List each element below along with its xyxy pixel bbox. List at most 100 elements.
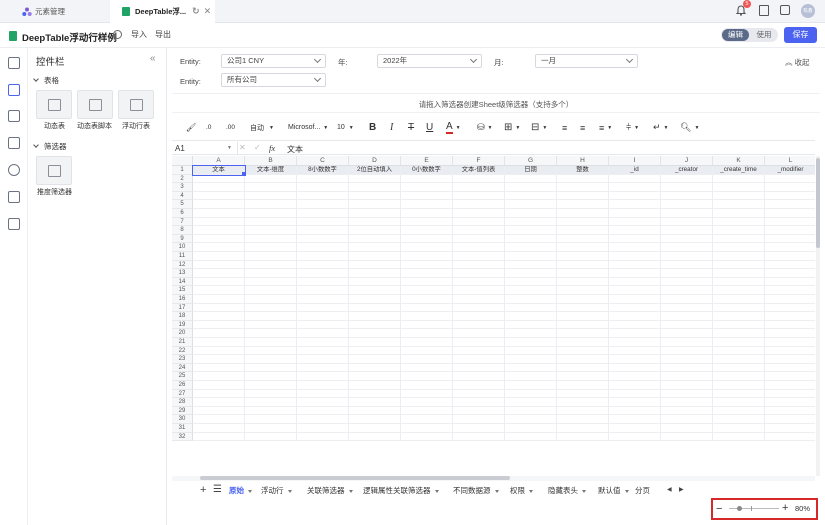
grid-cell[interactable] [609, 191, 661, 201]
grid-cell[interactable] [193, 269, 245, 278]
grid-cell[interactable] [453, 209, 505, 218]
grid-cell[interactable] [505, 415, 557, 424]
grid-cell[interactable] [453, 329, 505, 338]
sheet-filter-dropzone[interactable]: 请拖入筛选器创建Sheet级筛选器（支持多个） [172, 93, 820, 113]
grid-cell[interactable] [453, 312, 505, 321]
grid-cell[interactable] [401, 209, 453, 218]
grid-cell[interactable] [661, 355, 713, 364]
row-header[interactable]: 12 [172, 260, 193, 270]
grid-cell[interactable] [557, 406, 609, 416]
grid-cell[interactable] [193, 329, 245, 338]
grid-cell[interactable] [557, 432, 609, 442]
grid-cell[interactable] [297, 389, 349, 399]
grid-cell[interactable] [401, 191, 453, 201]
grid-cell[interactable] [713, 191, 765, 201]
grid-cell[interactable] [713, 174, 765, 184]
grid-cell[interactable] [453, 432, 505, 442]
grid-cell[interactable] [401, 295, 453, 304]
grid-cell[interactable] [505, 200, 557, 209]
grid-cell[interactable] [401, 432, 453, 442]
grid-cell[interactable] [765, 364, 815, 373]
fx-icon[interactable]: fx [269, 143, 275, 153]
grid-cell[interactable] [765, 398, 815, 407]
grid-cell[interactable] [661, 209, 713, 218]
row-header[interactable]: 25 [172, 372, 193, 381]
grid-cell[interactable] [765, 261, 815, 270]
align-right-icon[interactable]: ≡ ▼ [599, 117, 612, 138]
grid-cell[interactable] [609, 389, 661, 399]
grid-cell[interactable] [765, 269, 815, 278]
grid-cell[interactable] [609, 312, 661, 321]
grid-cell[interactable] [193, 260, 245, 270]
grid-cell[interactable] [661, 432, 713, 442]
grid-cell[interactable] [557, 191, 609, 201]
grid-cell[interactable] [297, 406, 349, 416]
grid-cell[interactable] [505, 277, 557, 287]
text-wrap-icon[interactable]: ↵ ▼ [653, 117, 669, 138]
grid-cell[interactable] [349, 260, 401, 270]
grid-cell[interactable] [245, 389, 297, 399]
component-dynamic-table-script[interactable] [77, 90, 113, 119]
grid-cell[interactable] [661, 277, 713, 287]
format-painter-icon[interactable]: 🖌 [186, 117, 196, 138]
grid-cell[interactable] [713, 312, 765, 321]
grid-cell[interactable] [401, 363, 453, 373]
row-header[interactable]: 17 [172, 303, 193, 313]
grid-cell[interactable] [245, 200, 297, 209]
grid-cell[interactable] [401, 338, 453, 347]
components-icon[interactable] [8, 84, 20, 96]
borders-icon[interactable]: ⊞ ▼ [504, 117, 520, 138]
grid-cell[interactable] [453, 381, 505, 390]
grid-cell[interactable] [453, 252, 505, 261]
grid-cell[interactable] [193, 217, 245, 227]
grid-cell[interactable] [193, 346, 245, 356]
grid-cell[interactable] [297, 424, 349, 433]
grid-cell[interactable] [193, 174, 245, 184]
grid-cell[interactable] [765, 278, 815, 287]
component-dynamic-table[interactable] [36, 90, 72, 119]
grid-cell[interactable] [661, 295, 713, 304]
grid-cell[interactable] [609, 415, 661, 424]
header-cell[interactable]: 文本-维度 [245, 166, 297, 175]
grid-cell[interactable] [609, 209, 661, 218]
grid-cell[interactable] [193, 415, 245, 424]
grid-cell[interactable] [193, 183, 245, 192]
grid-cell[interactable] [297, 183, 349, 192]
grid-cell[interactable] [245, 312, 297, 321]
grid-cell[interactable] [505, 363, 557, 373]
grid-cell[interactable] [245, 277, 297, 287]
table-icon[interactable] [8, 110, 20, 122]
grid-cell[interactable] [245, 432, 297, 442]
caret-down-icon[interactable] [348, 489, 353, 493]
grid-cell[interactable] [297, 355, 349, 364]
grid-cell[interactable] [401, 329, 453, 338]
grid-cell[interactable] [765, 338, 815, 347]
database-icon[interactable] [8, 164, 20, 176]
spreadsheet-grid[interactable]: ABCDEFGHIJKL 1 文本 文本-维度 8小数数字 2位自动填入 0小数数字 文本-… [172, 156, 815, 476]
grid-cell[interactable] [765, 252, 815, 261]
grid-cell[interactable] [609, 286, 661, 295]
font-size-select[interactable]: 10 ▼ [337, 117, 354, 138]
grid-cell[interactable] [661, 183, 713, 192]
grid-cell[interactable] [713, 355, 765, 364]
tree-icon[interactable] [8, 218, 20, 230]
row-header[interactable]: 10 [172, 243, 193, 252]
grid-cell[interactable] [401, 183, 453, 192]
grid-cell[interactable] [557, 346, 609, 356]
fill-color-icon[interactable]: ⛁ ▼ [477, 117, 493, 138]
column-header[interactable]: H [557, 156, 609, 166]
grid-cell[interactable] [193, 398, 245, 407]
grid-cell[interactable] [713, 303, 765, 313]
row-header[interactable]: 30 [172, 415, 193, 424]
grid-cell[interactable] [505, 252, 557, 261]
grid-cell[interactable] [245, 329, 297, 338]
grid-cell[interactable] [765, 355, 815, 364]
grid-cell[interactable] [765, 295, 815, 304]
column-header[interactable]: D [349, 156, 401, 166]
grid-cell[interactable] [297, 200, 349, 209]
grid-cell[interactable] [557, 269, 609, 278]
grid-cell[interactable] [349, 415, 401, 424]
strikethrough-icon[interactable]: T [408, 117, 414, 138]
grid-cell[interactable] [661, 243, 713, 252]
grid-cell[interactable] [661, 415, 713, 424]
